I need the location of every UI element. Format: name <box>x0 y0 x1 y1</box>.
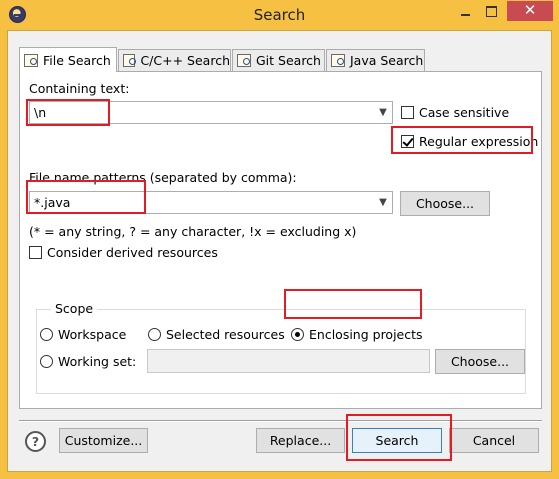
containing-text-value: \n <box>34 105 47 120</box>
file-patterns-value: *.java <box>34 195 71 210</box>
scope-group: Scope Workspace Selected resources Enclo… <box>36 301 526 394</box>
scope-working-set-label: Working set: <box>58 354 137 369</box>
search-button[interactable]: Search <box>352 428 442 453</box>
radio-dot[interactable] <box>148 328 161 341</box>
regular-expression-label: Regular expression <box>419 134 539 149</box>
chevron-down-icon[interactable]: ▼ <box>377 106 389 120</box>
scope-enclosing-label: Enclosing projects <box>309 327 423 342</box>
tab-file-search[interactable]: File Search <box>19 47 117 72</box>
scope-title: Scope <box>51 301 98 316</box>
regular-expression-checkbox[interactable]: Regular expression <box>401 134 538 149</box>
checkbox-box[interactable] <box>29 246 42 259</box>
cpp-search-icon <box>123 54 137 67</box>
patterns-hint: (* = any string, ? = any character, !x =… <box>29 224 357 239</box>
tab-label: Java Search <box>350 53 424 68</box>
derived-resources-label: Consider derived resources <box>47 245 218 260</box>
scope-workspace-radio[interactable]: Workspace <box>40 327 126 342</box>
choose-patterns-button[interactable]: Choose... <box>400 191 490 216</box>
java-search-icon <box>331 54 345 67</box>
radio-dot[interactable] <box>40 355 53 368</box>
file-search-icon <box>24 53 38 67</box>
scope-working-set-radio[interactable]: Working set: <box>40 354 136 369</box>
maximize-button[interactable] <box>478 1 504 21</box>
footer-separator <box>19 420 542 422</box>
file-patterns-label: File name patterns (separated by comma): <box>29 170 297 185</box>
radio-dot[interactable] <box>40 328 53 341</box>
tab-cpp-search[interactable]: C/C++ Search <box>118 49 231 71</box>
case-sensitive-label: Case sensitive <box>419 105 510 120</box>
dialog-body: File Search C/C++ Search Git Search Java… <box>7 30 552 472</box>
tab-label: C/C++ Search <box>140 53 230 68</box>
title-bar: Search ✕ <box>0 0 559 30</box>
choose-working-set-button[interactable]: Choose... <box>435 349 525 374</box>
case-sensitive-checkbox[interactable]: Case sensitive <box>401 105 509 120</box>
tab-label: File Search <box>43 52 111 68</box>
minimize-button[interactable] <box>452 1 478 21</box>
derived-resources-checkbox[interactable]: Consider derived resources <box>29 245 218 260</box>
tab-java-search[interactable]: Java Search <box>326 49 425 71</box>
file-search-panel: Containing text: \n ▼ Case sensitive Reg… <box>19 71 542 409</box>
tab-git-search[interactable]: Git Search <box>232 49 325 71</box>
scope-enclosing-radio[interactable]: Enclosing projects <box>291 327 423 342</box>
containing-text-combo[interactable]: \n ▼ <box>29 101 393 124</box>
tab-label: Git Search <box>256 53 321 68</box>
scope-selected-radio[interactable]: Selected resources <box>148 327 285 342</box>
scope-selected-label: Selected resources <box>166 327 285 342</box>
checkbox-box[interactable] <box>401 106 414 119</box>
checkbox-box-checked[interactable] <box>401 135 414 148</box>
customize-button[interactable]: Customize... <box>59 428 148 453</box>
radio-dot-selected[interactable] <box>291 328 304 341</box>
cancel-button[interactable]: Cancel <box>449 428 539 453</box>
git-search-icon <box>237 54 251 67</box>
working-set-field[interactable] <box>147 349 430 373</box>
close-button[interactable]: ✕ <box>507 1 553 21</box>
containing-text-label: Containing text: <box>29 81 130 96</box>
chevron-down-icon[interactable]: ▼ <box>377 196 389 210</box>
replace-button[interactable]: Replace... <box>256 428 345 453</box>
help-icon[interactable]: ? <box>25 431 46 452</box>
file-patterns-combo[interactable]: *.java ▼ <box>29 191 393 214</box>
scope-workspace-label: Workspace <box>58 327 127 342</box>
